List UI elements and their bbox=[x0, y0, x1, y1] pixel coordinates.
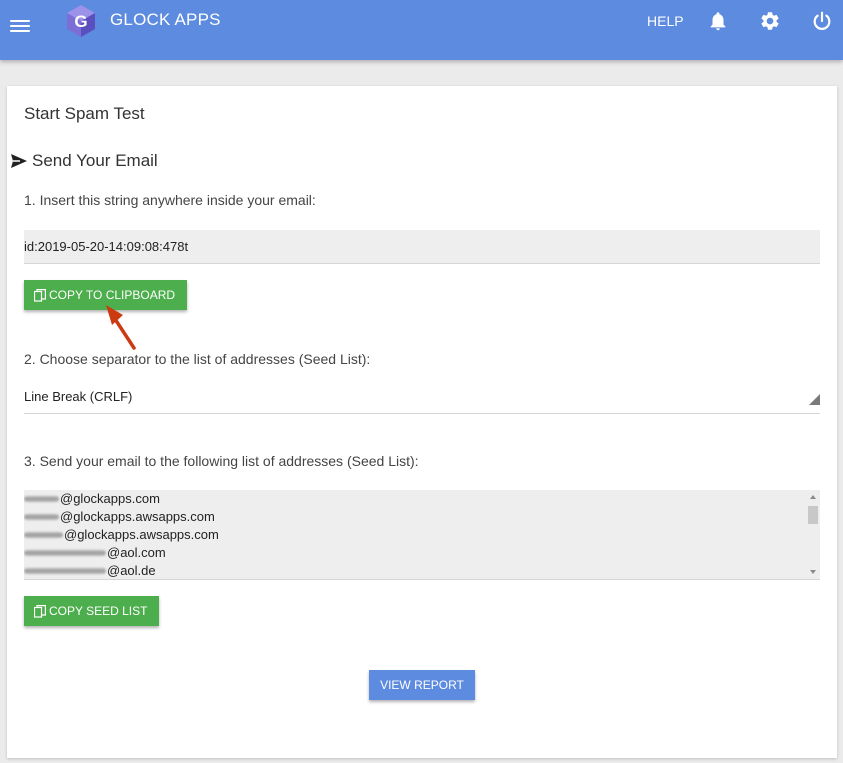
redacted-username bbox=[24, 496, 59, 502]
copy-seed-list-label: COPY SEED LIST bbox=[49, 604, 148, 618]
separator-value: Line Break (CRLF) bbox=[24, 389, 133, 404]
power-icon[interactable] bbox=[811, 10, 833, 32]
section-title: Send Your Email bbox=[32, 151, 158, 170]
bell-icon[interactable] bbox=[707, 10, 729, 32]
menu-icon[interactable] bbox=[10, 17, 30, 35]
test-id-field[interactable]: id:2019-05-20-14:09:08:478t bbox=[24, 230, 820, 264]
view-report-button[interactable]: VIEW REPORT bbox=[369, 670, 475, 700]
top-app-bar: G GLOCK APPS HELP bbox=[0, 0, 843, 60]
step-1-instruction: 1. Insert this string anywhere inside yo… bbox=[24, 192, 316, 208]
copy-seed-list-button[interactable]: COPY SEED LIST bbox=[24, 596, 160, 626]
step-2-instruction: 2. Choose separator to the list of addre… bbox=[24, 351, 371, 367]
logo-letter: G bbox=[74, 12, 87, 31]
seed-list-item: @aol.com bbox=[24, 544, 820, 562]
step-3-instruction: 3. Send your email to the following list… bbox=[24, 453, 419, 469]
seed-list-textarea[interactable]: @glockapps.com @glockapps.awsapps.com @g… bbox=[24, 490, 820, 580]
redacted-username bbox=[24, 550, 106, 556]
seed-list-item: @glockapps.awsapps.com bbox=[24, 526, 820, 544]
help-link[interactable]: HELP bbox=[647, 13, 684, 29]
send-icon bbox=[11, 154, 27, 168]
scroll-thumb[interactable] bbox=[808, 506, 818, 524]
dropdown-caret-icon bbox=[809, 394, 820, 405]
app-title[interactable]: GLOCK APPS bbox=[110, 10, 221, 30]
gear-icon[interactable] bbox=[759, 10, 781, 32]
scroll-down-icon[interactable] bbox=[810, 570, 816, 574]
redacted-username bbox=[24, 532, 63, 538]
seed-list-item: @glockapps.com bbox=[24, 490, 820, 508]
redacted-username bbox=[24, 568, 106, 574]
copy-icon bbox=[34, 604, 46, 618]
seed-list-item: @glockapps.awsapps.com bbox=[24, 508, 820, 526]
scroll-up-icon[interactable] bbox=[810, 495, 816, 499]
copy-icon bbox=[34, 288, 46, 302]
section-heading: Send Your Email bbox=[11, 151, 158, 171]
annotation-arrow bbox=[106, 305, 136, 350]
card-title: Start Spam Test bbox=[24, 104, 145, 123]
glock-apps-logo[interactable]: G bbox=[64, 4, 98, 38]
seed-list-item: @aol.de bbox=[24, 562, 820, 579]
spam-test-card: Start Spam Test Send Your Email 1. Inser… bbox=[7, 86, 837, 758]
redacted-username bbox=[24, 514, 59, 520]
seed-list-scrollbar[interactable] bbox=[806, 490, 820, 579]
separator-select[interactable]: Line Break (CRLF) bbox=[24, 386, 820, 414]
